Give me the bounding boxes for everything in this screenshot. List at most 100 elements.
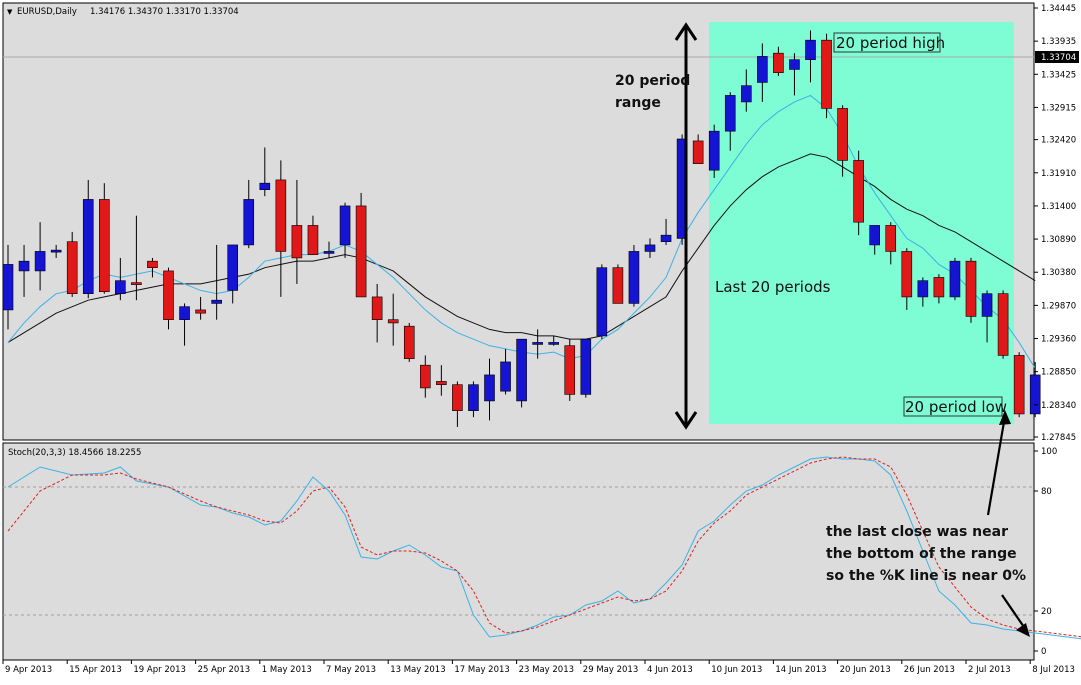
bull-candle [789, 59, 800, 70]
date-tick-label: 2 Jul 2013 [968, 665, 1011, 675]
chart-header-ohlc: 1.34176 1.34370 1.33170 1.33704 [90, 7, 239, 17]
price-tick-label: 1.29360 [1041, 335, 1076, 345]
bull-candle [323, 251, 335, 254]
bear-candle [821, 39, 832, 109]
bear-candle [371, 296, 383, 320]
bull-candle [724, 95, 736, 132]
date-tick-label: 25 Apr 2013 [198, 665, 251, 675]
bull-candle [757, 56, 768, 83]
bull-candle [50, 249, 62, 253]
date-tick-label: 9 Apr 2013 [5, 665, 52, 675]
date-axis: 9 Apr 2013 15 Apr 2013 19 Apr 2013 25 Apr 2… [2, 660, 1075, 675]
period-high-label: 20 period high [836, 34, 945, 52]
stoch-header: Stoch(20,3,3) 18.4566 18.2255 [8, 448, 141, 458]
bear-candle [99, 199, 110, 293]
note-line3: so the %K line is near 0% [826, 568, 1026, 584]
bear-candle [419, 364, 431, 389]
bull-candle [259, 182, 271, 190]
bear-candle [355, 205, 367, 298]
bull-candle [484, 374, 495, 402]
period-low-label: 20 period low [905, 398, 1007, 416]
bear-candle [66, 241, 78, 294]
date-tick-label: 15 Apr 2013 [69, 665, 122, 675]
price-tick-label: 1.28850 [1041, 368, 1076, 378]
date-tick-label: 17 May 2013 [454, 665, 509, 675]
bull-candle [179, 306, 190, 320]
price-tick-label: 1.33935 [1041, 37, 1076, 47]
bull-candle [1029, 374, 1041, 415]
bear-candle [147, 260, 158, 268]
bull-candle [660, 234, 672, 242]
date-tick-label: 1 May 2013 [262, 665, 312, 675]
note-line1: the last close was near [826, 524, 1008, 540]
bull-candle [227, 244, 238, 291]
price-tick-label: 1.28340 [1041, 401, 1076, 411]
bull-candle [580, 338, 592, 395]
stoch-axis: 100 80 20 0 [1034, 447, 1057, 657]
bear-candle [163, 270, 174, 320]
price-tick-label: 1.31910 [1041, 169, 1076, 179]
bear-candle [307, 225, 319, 255]
price-tick-label: 1.30890 [1041, 235, 1076, 245]
bear-candle [131, 282, 142, 285]
bull-candle [243, 199, 255, 246]
date-tick-label: 19 Apr 2013 [133, 665, 186, 675]
bear-candle [837, 108, 848, 161]
date-tick-label: 8 Jul 2013 [1032, 665, 1075, 675]
bear-candle [1013, 355, 1025, 415]
bull-candle [2, 264, 14, 311]
bear-candle [452, 384, 463, 411]
date-tick-label: 7 May 2013 [326, 665, 376, 675]
bull-candle [516, 338, 527, 402]
bull-candle [500, 361, 511, 392]
last-periods-label: Last 20 periods [715, 278, 831, 296]
bull-candle [917, 280, 929, 298]
bull-candle [869, 225, 881, 246]
bear-candle [997, 293, 1009, 356]
price-tick-label: 1.27845 [1041, 433, 1076, 443]
bull-candle [805, 39, 816, 60]
stoch-tick-label: 20 [1041, 607, 1052, 617]
bear-candle [612, 267, 624, 304]
bull-candle [18, 260, 30, 272]
price-tick-label: 1.32420 [1041, 136, 1076, 146]
price-tick-label: 1.30380 [1041, 268, 1076, 278]
stoch-tick-label: 80 [1041, 487, 1052, 497]
bull-candle [468, 384, 479, 411]
stoch-tick-label: 100 [1041, 447, 1057, 457]
bear-candle [195, 309, 206, 314]
bear-candle [901, 251, 913, 298]
bull-candle [339, 205, 351, 246]
bull-candle [740, 85, 752, 103]
date-tick-label: 23 May 2013 [519, 665, 574, 675]
price-tick-label: 1.29870 [1041, 301, 1076, 311]
date-tick-label: 14 Jun 2013 [775, 665, 826, 675]
range-label-line2: range [615, 95, 661, 111]
bear-candle [692, 140, 704, 164]
date-tick-label: 4 Jun 2013 [647, 665, 693, 675]
bull-candle [981, 293, 993, 317]
date-tick-label: 20 Jun 2013 [840, 665, 891, 675]
bear-candle [773, 52, 784, 73]
date-tick-label: 13 May 2013 [390, 665, 445, 675]
bear-candle [403, 325, 415, 359]
bull-candle [628, 251, 640, 304]
bear-candle [933, 277, 945, 298]
bull-candle [949, 260, 961, 298]
date-tick-label: 29 May 2013 [583, 665, 638, 675]
price-tick-label: 1.34445 [1041, 4, 1076, 14]
price-tick-label: 1.32915 [1041, 103, 1076, 113]
bull-candle [708, 130, 720, 171]
chart-header-symbol: EURUSD,Daily [17, 7, 77, 17]
date-tick-label: 26 Jun 2013 [904, 665, 955, 675]
note-line2: the bottom of the range [826, 546, 1017, 562]
trading-chart: ▼ EURUSD,Daily 1.34176 1.34370 1.33170 1… [2, 2, 1081, 675]
bull-candle [211, 299, 222, 304]
date-tick-label: 10 Jun 2013 [711, 665, 762, 675]
bear-candle [564, 345, 576, 395]
bull-candle [644, 244, 656, 252]
bear-candle [965, 260, 977, 317]
bear-candle [275, 179, 287, 252]
range-label-line1: 20 period [615, 73, 690, 89]
stoch-tick-label: 0 [1041, 647, 1046, 657]
